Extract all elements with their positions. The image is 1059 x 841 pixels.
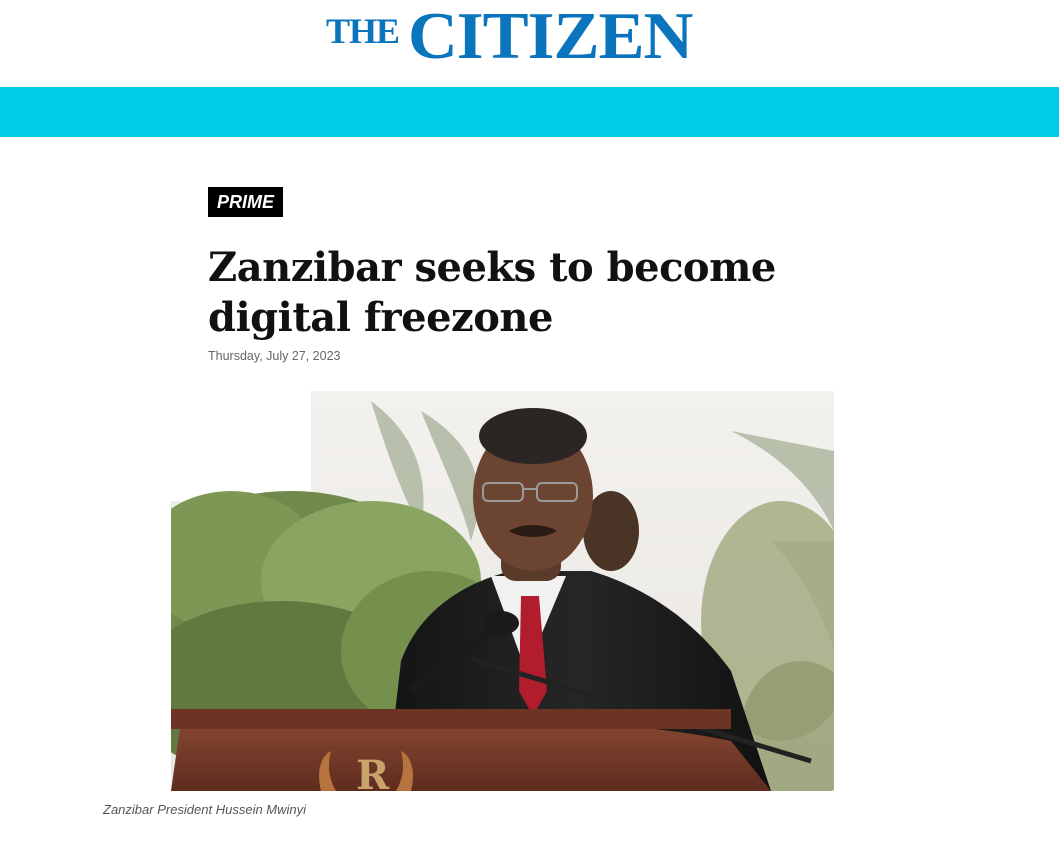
article-title: Zanzibar seeks to become digital freezon… — [208, 244, 776, 341]
masthead: THE CITIZEN — [0, 0, 1059, 87]
photo-illustration: R — [171, 391, 834, 791]
logo-citizen-text: CITIZEN — [408, 0, 693, 73]
logo-the-text: THE — [326, 11, 400, 51]
article-photo: R — [171, 391, 834, 791]
publish-date: Thursday, July 27, 2023 — [208, 349, 341, 363]
photo-caption: Zanzibar President Hussein Mwinyi — [103, 802, 307, 817]
prime-badge: PRIME — [208, 187, 284, 217]
site-logo[interactable]: THE CITIZEN — [326, 3, 693, 70]
svg-text:R: R — [356, 752, 390, 791]
navigation-bar — [0, 87, 1059, 137]
